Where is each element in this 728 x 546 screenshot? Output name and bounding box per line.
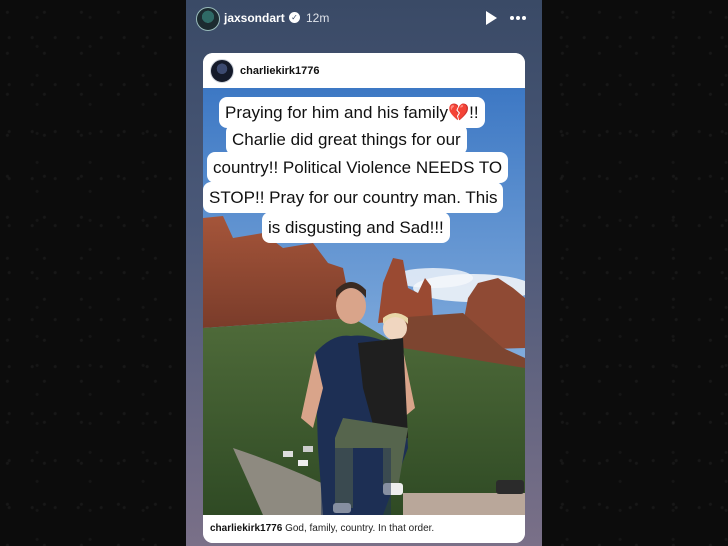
post-caption: charliekirk1776 God, family, country. In… [203,515,525,543]
post-photo [203,88,525,515]
post-username[interactable]: charliekirk1776 [240,65,320,77]
story-header: jaxsondart ✓ 12m [186,0,542,38]
caption-username[interactable]: charliekirk1776 [210,523,282,534]
post-avatar[interactable] [210,59,234,83]
shared-post[interactable]: charliekirk1776 charliekirk1776 God, fam… [203,53,525,543]
play-icon[interactable] [484,10,498,26]
story-viewer[interactable]: jaxsondart ✓ 12m charliekirk1776 charlie… [186,0,542,546]
caption-text: God, family, country. In that order. [285,523,435,534]
story-username[interactable]: jaxsondart [224,11,285,25]
more-icon[interactable] [508,10,528,26]
story-time: 12m [306,11,330,25]
verified-icon: ✓ [289,12,300,23]
avatar[interactable] [196,7,220,31]
post-header: charliekirk1776 [203,53,525,88]
